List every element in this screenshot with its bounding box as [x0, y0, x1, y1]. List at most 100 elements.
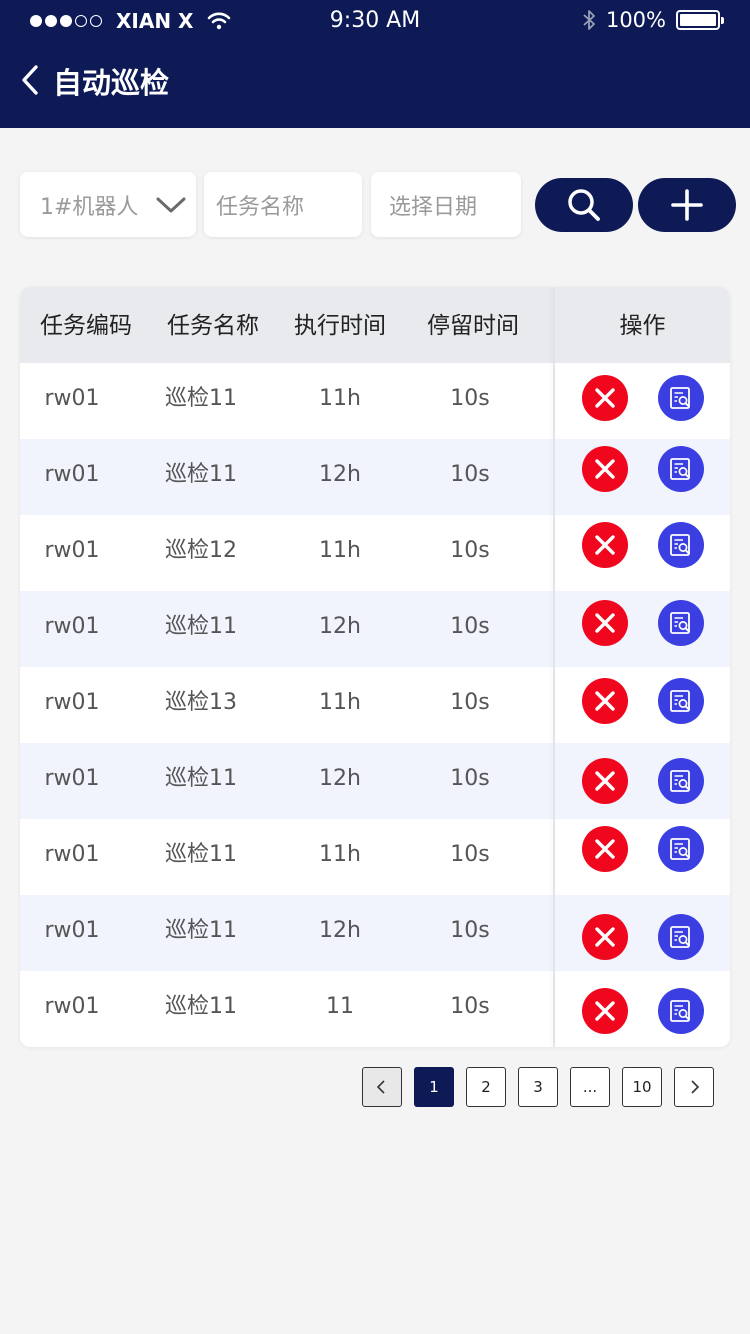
- cell-stay-time: 10s: [450, 690, 490, 715]
- document-search-icon: [670, 458, 690, 480]
- cell-task-name: 巡检11: [165, 386, 237, 411]
- prev-page-button[interactable]: [362, 1067, 402, 1107]
- cell-exec-time: 11h: [319, 386, 361, 411]
- cell-stay-time: 10s: [450, 994, 490, 1019]
- cell-exec-time: 11h: [319, 842, 361, 867]
- cell-task-code: rw01: [44, 462, 100, 487]
- close-icon: [595, 927, 615, 947]
- robot-select-value: 1#机器人: [40, 194, 139, 220]
- delete-button[interactable]: [582, 826, 628, 872]
- cell-task-code: rw01: [44, 690, 100, 715]
- close-icon: [595, 839, 615, 859]
- cell-exec-time: 11h: [319, 690, 361, 715]
- header-task-name: 任务名称: [167, 313, 259, 339]
- search-button[interactable]: [535, 178, 633, 232]
- cell-stay-time: 10s: [450, 614, 490, 639]
- cell-task-code: rw01: [44, 918, 100, 943]
- battery-percent: 100%: [605, 8, 666, 32]
- nav-bar: 自动巡检: [0, 52, 750, 108]
- page-button-2[interactable]: 2: [466, 1067, 506, 1107]
- view-detail-button[interactable]: [658, 522, 704, 568]
- page-button-1[interactable]: 1: [414, 1067, 454, 1107]
- robot-select[interactable]: 1#机器人: [20, 172, 196, 237]
- view-detail-button[interactable]: [658, 678, 704, 724]
- close-icon: [595, 691, 615, 711]
- cell-task-code: rw01: [44, 386, 100, 411]
- view-detail-button[interactable]: [658, 988, 704, 1034]
- cell-task-code: rw01: [44, 994, 100, 1019]
- cell-exec-time: 12h: [319, 766, 361, 791]
- status-right: 100%: [582, 8, 724, 32]
- delete-button[interactable]: [582, 375, 628, 421]
- next-page-button[interactable]: [674, 1067, 714, 1107]
- document-search-icon: [670, 387, 690, 409]
- close-icon: [595, 535, 615, 555]
- close-icon: [595, 388, 615, 408]
- cell-stay-time: 10s: [450, 842, 490, 867]
- chevron-right-icon: [691, 1080, 700, 1094]
- document-search-icon: [670, 1000, 690, 1022]
- cell-task-name: 巡检11: [165, 766, 237, 791]
- page-button-3[interactable]: 3: [518, 1067, 558, 1107]
- cell-task-name: 巡检11: [165, 462, 237, 487]
- battery-icon: [676, 10, 724, 30]
- page-title: 自动巡检: [53, 66, 170, 100]
- cell-task-code: rw01: [44, 842, 100, 867]
- view-detail-button[interactable]: [658, 914, 704, 960]
- document-search-icon: [670, 612, 690, 634]
- document-search-icon: [670, 770, 690, 792]
- task-name-placeholder: 任务名称: [216, 194, 305, 220]
- date-placeholder: 选择日期: [389, 194, 478, 220]
- cell-task-name: 巡检13: [165, 690, 237, 715]
- cell-exec-time: 11h: [319, 538, 361, 563]
- task-table: 任务编码 任务名称 执行时间 停留时间 操作 rw01 巡检11 11h 10s rw0…: [20, 287, 730, 1047]
- cell-task-code: rw01: [44, 614, 100, 639]
- delete-button[interactable]: [582, 600, 628, 646]
- cell-exec-time: 12h: [319, 462, 361, 487]
- close-icon: [595, 459, 615, 479]
- cell-task-name: 巡检11: [165, 994, 237, 1019]
- view-detail-button[interactable]: [658, 375, 704, 421]
- status-bar: XIAN X 9:30 AM 100%: [0, 0, 750, 40]
- chevron-down-icon: [156, 197, 186, 213]
- table-header: 任务编码 任务名称 执行时间 停留时间 操作: [20, 287, 730, 363]
- bluetooth-icon: [583, 10, 595, 30]
- date-picker[interactable]: 选择日期: [371, 172, 521, 237]
- cell-stay-time: 10s: [450, 918, 490, 943]
- cell-exec-time: 11: [326, 994, 354, 1019]
- cell-exec-time: 12h: [319, 918, 361, 943]
- cell-task-code: rw01: [44, 766, 100, 791]
- close-icon: [595, 771, 615, 791]
- header-task-code: 任务编码: [40, 313, 132, 339]
- page-button-10[interactable]: 10: [622, 1067, 662, 1107]
- filter-bar: 1#机器人 任务名称 选择日期: [20, 172, 736, 238]
- page-ellipsis[interactable]: ...: [570, 1067, 610, 1107]
- header-stay-time: 停留时间: [427, 313, 519, 339]
- chevron-left-icon[interactable]: [16, 62, 46, 98]
- header-exec-time: 执行时间: [294, 313, 386, 339]
- cell-task-name: 巡检11: [165, 842, 237, 867]
- delete-button[interactable]: [582, 446, 628, 492]
- view-detail-button[interactable]: [658, 826, 704, 872]
- delete-button[interactable]: [582, 914, 628, 960]
- view-detail-button[interactable]: [658, 758, 704, 804]
- cell-stay-time: 10s: [450, 766, 490, 791]
- add-button[interactable]: [638, 178, 736, 232]
- header-actions: 操作: [619, 313, 666, 339]
- document-search-icon: [670, 838, 690, 860]
- close-icon: [595, 613, 615, 633]
- delete-button[interactable]: [582, 522, 628, 568]
- delete-button[interactable]: [582, 678, 628, 724]
- view-detail-button[interactable]: [658, 600, 704, 646]
- cell-stay-time: 10s: [450, 462, 490, 487]
- plus-icon: [671, 189, 703, 221]
- view-detail-button[interactable]: [658, 446, 704, 492]
- close-icon: [595, 1001, 615, 1021]
- cell-task-name: 巡检12: [165, 538, 237, 563]
- document-search-icon: [670, 690, 690, 712]
- delete-button[interactable]: [582, 758, 628, 804]
- actions-column-divider: [553, 287, 555, 1047]
- task-name-input[interactable]: 任务名称: [204, 172, 362, 237]
- document-search-icon: [670, 534, 690, 556]
- delete-button[interactable]: [582, 988, 628, 1034]
